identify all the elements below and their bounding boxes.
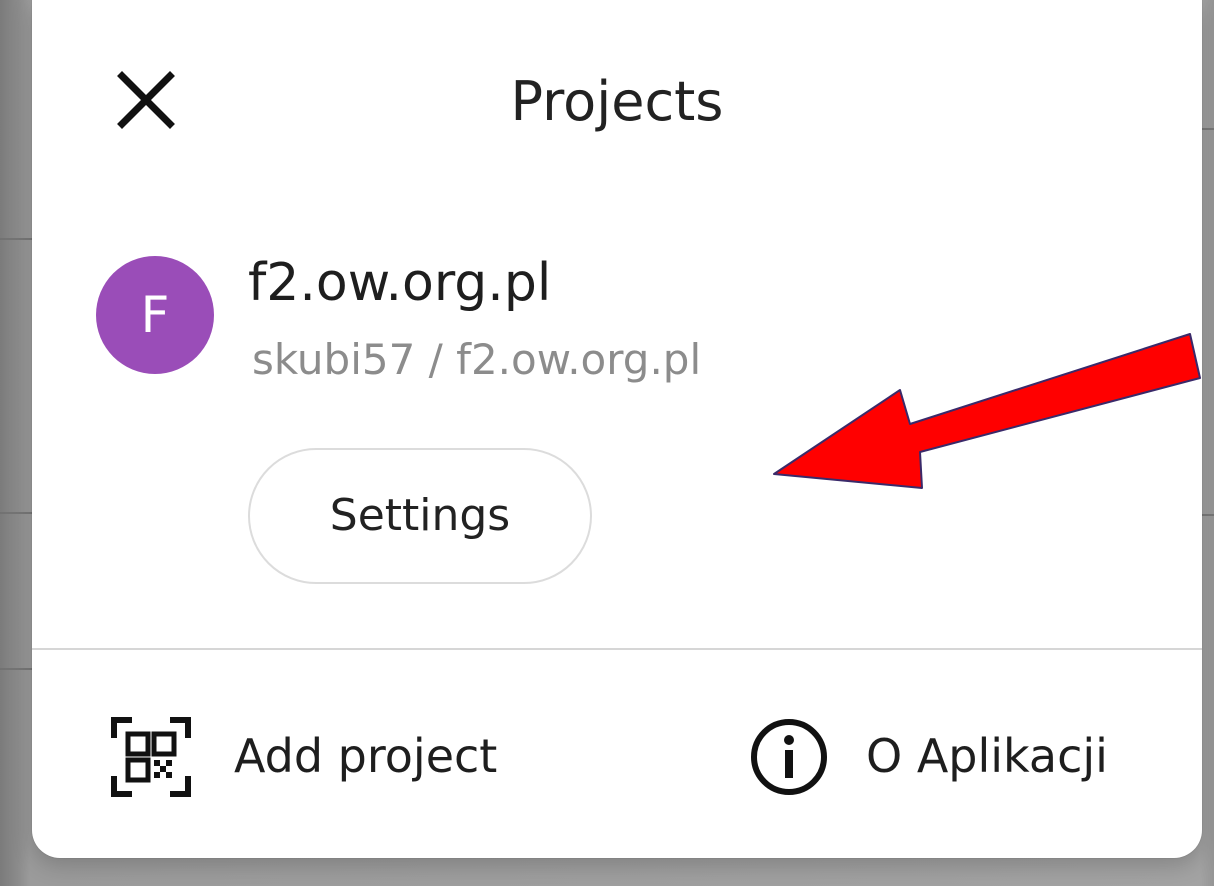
divider [32,648,1202,650]
projects-dialog: Projects F f2.ow.org.pl skubi57 / f2.ow.… [32,0,1202,858]
project-path: skubi57 / f2.ow.org.pl [252,335,702,384]
project-name: f2.ow.org.pl [248,253,552,313]
info-icon [748,716,830,798]
qr-code-scan-icon [110,716,192,798]
add-project-label: Add project [234,729,498,783]
add-project-button[interactable]: Add project [110,706,570,806]
settings-button[interactable]: Settings [248,448,592,584]
page-title: Projects [510,70,724,133]
about-app-button[interactable]: O Aplikacji [748,706,1168,806]
project-avatar: F [96,256,214,374]
project-item: F f2.ow.org.pl skubi57 / f2.ow.org.pl Se… [96,248,796,588]
dialog-header: Projects [32,0,1202,210]
about-app-label: O Aplikacji [866,729,1108,783]
